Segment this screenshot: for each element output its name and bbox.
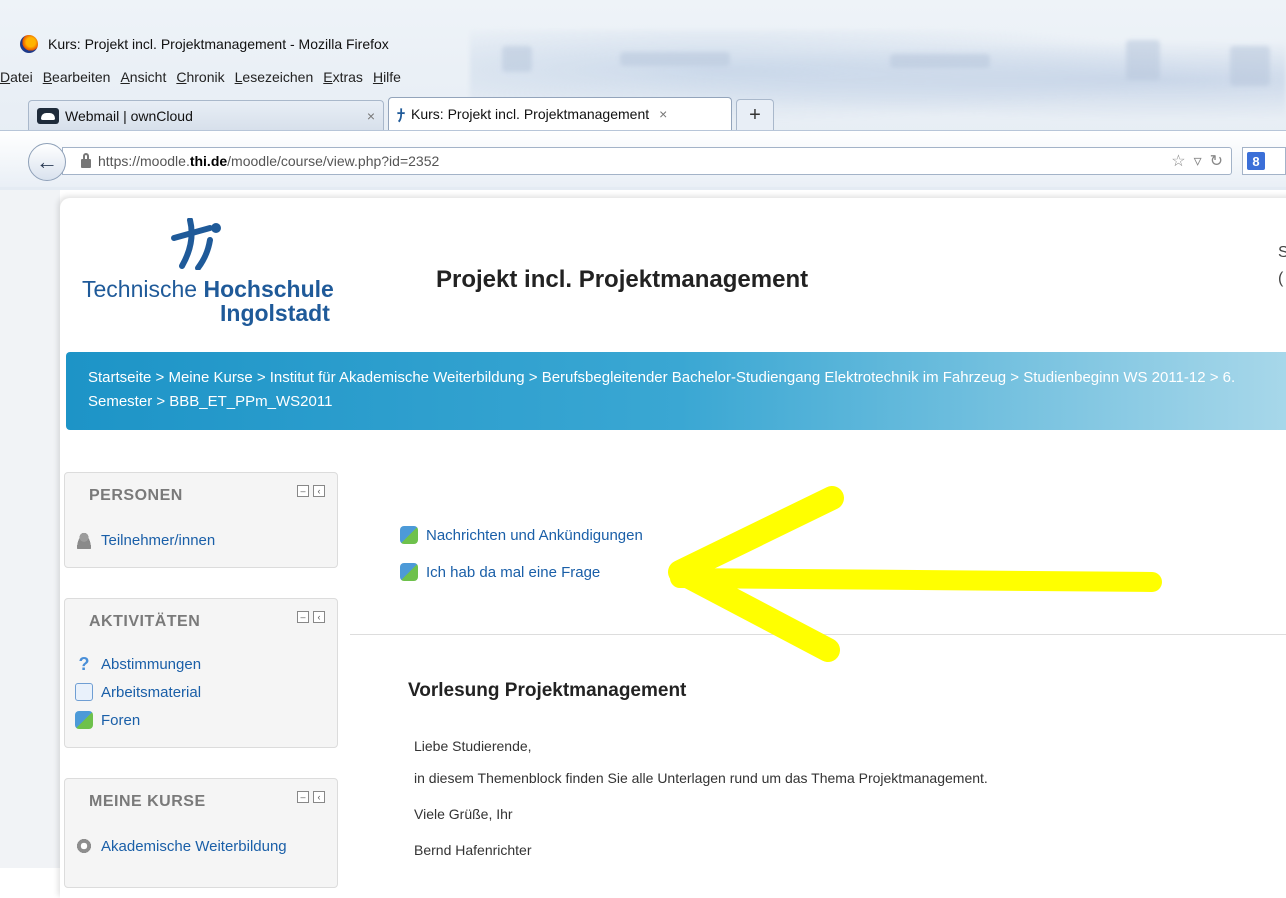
block-item-teilnehmer[interactable]: Teilnehmer/innen xyxy=(75,531,215,549)
thi-favicon-icon: ﾅ xyxy=(397,108,406,125)
tab-label: Webmail | ownCloud xyxy=(65,107,193,124)
collapse-icon[interactable]: – xyxy=(297,611,309,623)
menu-datei[interactable]: Datei xyxy=(0,69,33,85)
dock-icon[interactable]: ‹ xyxy=(313,485,325,497)
url-dropdown-icon[interactable]: ▿ xyxy=(1194,151,1202,171)
section-divider xyxy=(350,634,1286,635)
window-title: Kurs: Projekt incl. Projektmanagement - … xyxy=(48,36,389,52)
tab-label: Kurs: Projekt incl. Projektmanagement xyxy=(411,106,650,122)
menu-lesezeichen[interactable]: Lesezeichen xyxy=(235,69,314,85)
document-icon xyxy=(75,683,93,701)
forum-link-nachrichten[interactable]: Nachrichten und Ankündigungen xyxy=(400,526,643,544)
logo-text-line2: Ingolstadt xyxy=(220,300,330,326)
forum-link-frage[interactable]: Ich hab da mal eine Frage xyxy=(400,563,600,581)
bookmark-star-icon[interactable]: ☆ xyxy=(1171,151,1185,171)
section-text-line: Viele Grüße, Ihr xyxy=(414,806,513,822)
address-bar[interactable]: https://moodle. thi.de/moodle/course/view… xyxy=(62,147,1232,175)
dock-icon[interactable]: ‹ xyxy=(313,611,325,623)
block-controls: – ‹ xyxy=(297,611,325,623)
question-icon: ? xyxy=(78,653,90,674)
section-text-line: in diesem Themenblock finden Sie alle Un… xyxy=(414,770,988,786)
forum-icon xyxy=(400,526,418,544)
breadcrumb: Startseite > Meine Kurse > Institut für … xyxy=(66,352,1286,430)
firefox-logo-icon xyxy=(20,35,38,53)
courses-icon xyxy=(75,837,93,855)
header-corner-text: S ( xyxy=(1278,244,1286,287)
breadcrumb-text[interactable]: Startseite > Meine Kurse > Institut für … xyxy=(88,366,1268,414)
back-button[interactable]: ← xyxy=(28,143,66,181)
block-title: AKTIVITÄTEN xyxy=(89,613,201,630)
section-text-line: Bernd Hafenrichter xyxy=(414,842,532,858)
reload-icon[interactable]: ↻ xyxy=(1210,151,1223,171)
block-item-akademische-weiterbildung[interactable]: Akademische Weiterbildung xyxy=(75,837,287,855)
dock-icon[interactable]: ‹ xyxy=(313,791,325,803)
thi-logo-mark-icon xyxy=(171,218,221,270)
block-title: MEINE KURSE xyxy=(89,793,206,810)
back-arrow-icon: ← xyxy=(36,149,58,174)
thi-logo[interactable]: Technische Hochschule Ingolstadt xyxy=(82,218,352,328)
url-prefix: https://moodle. xyxy=(98,153,190,169)
tab-kurs-projekt[interactable]: ﾅ Kurs: Projekt incl. Projektmanagement … xyxy=(388,97,732,130)
menu-extras[interactable]: Extras xyxy=(323,69,363,85)
block-item-arbeitsmaterial[interactable]: Arbeitsmaterial xyxy=(75,683,201,701)
url-actions: ☆ ▿ ↻ xyxy=(1171,151,1223,171)
menu-ansicht[interactable]: Ansicht xyxy=(120,69,166,85)
blurred-toolbar-icon xyxy=(1126,40,1160,80)
section-text-line: Liebe Studierende, xyxy=(414,738,532,754)
tab-close-icon[interactable]: × xyxy=(367,108,375,124)
new-tab-button[interactable]: + xyxy=(736,99,774,130)
tab-strip: Webmail | ownCloud × ﾅ Kurs: Projekt inc… xyxy=(28,96,774,130)
blurred-toolbar-icon xyxy=(1230,46,1270,86)
collapse-icon[interactable]: – xyxy=(297,791,309,803)
menu-bar: Datei Bearbeiten Ansicht Chronik Lesezei… xyxy=(0,66,403,88)
people-icon xyxy=(75,531,93,549)
block-item-abstimmungen[interactable]: ? Abstimmungen xyxy=(75,653,202,674)
block-title: PERSONEN xyxy=(89,487,183,504)
owncloud-icon xyxy=(37,107,59,124)
block-item-foren[interactable]: Foren xyxy=(75,711,140,729)
tab-webmail-owncloud[interactable]: Webmail | ownCloud × xyxy=(28,100,384,130)
block-personen: PERSONEN – ‹ Teilnehmer/innen xyxy=(64,472,338,568)
menu-hilfe[interactable]: Hilfe xyxy=(373,69,401,85)
block-controls: – ‹ xyxy=(297,791,325,803)
block-aktivitaeten: AKTIVITÄTEN – ‹ ? Abstimmungen Arbeitsma… xyxy=(64,598,338,748)
course-title: Projekt incl. Projektmanagement xyxy=(436,266,809,293)
window-titlebar: Kurs: Projekt incl. Projektmanagement - … xyxy=(0,30,800,58)
menu-bearbeiten[interactable]: Bearbeiten xyxy=(43,69,111,85)
collapse-icon[interactable]: – xyxy=(297,485,309,497)
menu-chronik[interactable]: Chronik xyxy=(176,69,224,85)
page-left-gutter xyxy=(0,190,60,868)
navigation-bar: https://moodle. thi.de/moodle/course/view… xyxy=(0,130,1286,187)
url-host: thi.de xyxy=(189,153,228,169)
url-path: /moodle/course/view.php?id=2352 xyxy=(227,153,440,169)
forum-icon xyxy=(75,711,93,729)
blurred-toolbar-field xyxy=(890,54,990,68)
block-meine-kurse: MEINE KURSE – ‹ Akademische Weiterbildun… xyxy=(64,778,338,888)
lock-icon xyxy=(81,152,91,168)
browser-chrome: Kurs: Projekt incl. Projektmanagement - … xyxy=(0,0,1286,190)
forum-icon xyxy=(400,563,418,581)
search-engine-box[interactable]: 8 xyxy=(1242,147,1286,175)
section-title: Vorlesung Projektmanagement xyxy=(408,680,687,701)
logo-text-line1: Technische Hochschule xyxy=(82,276,334,302)
google-plus-icon: 8 xyxy=(1247,152,1265,170)
block-controls: – ‹ xyxy=(297,485,325,497)
tab-close-icon[interactable]: × xyxy=(659,106,667,122)
